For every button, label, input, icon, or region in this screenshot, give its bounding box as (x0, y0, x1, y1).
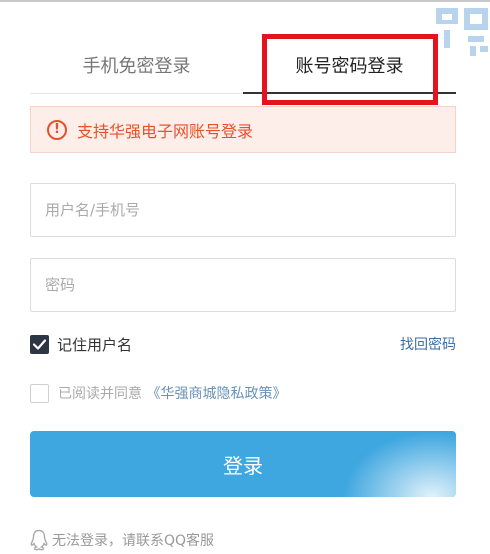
agreement-prefix: 已阅读并同意 (58, 386, 142, 402)
tab-sms-login[interactable]: 手机免密登录 (30, 36, 243, 94)
qq-penguin-icon (30, 529, 48, 551)
remember-checkbox[interactable] (30, 335, 49, 354)
exclamation-circle-icon: ! (47, 119, 67, 140)
remember-label[interactable]: 记住用户名 (57, 334, 132, 356)
username-field (30, 183, 456, 237)
agreement-label: 已阅读并同意 《华强商城隐私政策》 (58, 383, 286, 405)
checkmark-icon (32, 339, 47, 350)
remember-row: 记住用户名 找回密码 (30, 334, 456, 356)
red-highlight-box (262, 34, 438, 105)
agreement-row: 已阅读并同意 《华强商城隐私政策》 (30, 383, 456, 405)
username-input[interactable] (31, 184, 455, 236)
agreement-checkbox[interactable] (30, 384, 49, 403)
password-field (30, 258, 456, 312)
qq-support-text: 无法登录，请联系QQ客服 (52, 533, 215, 549)
qq-support-row[interactable]: 无法登录，请联系QQ客服 (30, 528, 214, 552)
password-input[interactable] (31, 259, 455, 311)
forgot-password-link[interactable]: 找回密码 (400, 334, 456, 356)
button-glare (336, 431, 456, 497)
top-divider (0, 0, 490, 2)
notice-banner: ! 支持华强电子网账号登录 (30, 106, 456, 153)
login-button[interactable]: 登录 (30, 431, 456, 497)
login-button-label: 登录 (223, 453, 263, 478)
notice-text: 支持华强电子网账号登录 (77, 121, 254, 141)
privacy-policy-link[interactable]: 《华强商城隐私政策》 (146, 386, 286, 402)
